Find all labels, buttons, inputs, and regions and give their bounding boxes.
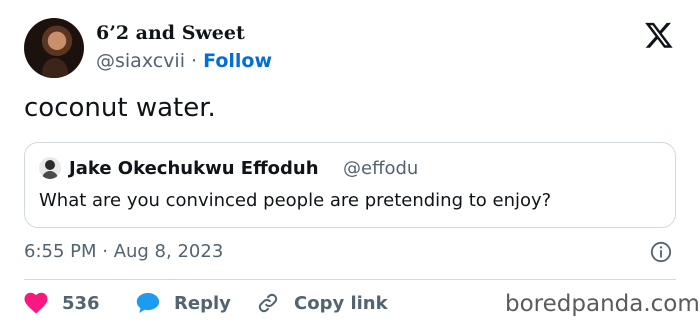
quoted-tweet-text: What are you convinced people are preten… <box>39 190 552 211</box>
follow-button[interactable]: Follow <box>203 50 272 72</box>
quoted-author-name: Jake Okechukwu Effoduh <box>69 158 319 179</box>
reply-button[interactable]: Reply <box>136 292 231 314</box>
tweet-text: coconut water. <box>24 93 216 123</box>
like-button[interactable]: 536 <box>24 292 100 314</box>
quoted-tweet[interactable]: Jake Okechukwu Effoduh @effodu What are … <box>24 142 676 228</box>
watermark: boredpanda.com <box>505 291 700 317</box>
actions-divider <box>24 279 676 280</box>
info-icon[interactable] <box>650 241 672 263</box>
link-icon <box>258 293 278 313</box>
x-logo-icon[interactable] <box>644 20 674 50</box>
author-handle[interactable]: @siaxcvii <box>96 50 185 72</box>
reply-label: Reply <box>174 292 231 314</box>
author-avatar[interactable] <box>24 18 84 78</box>
copy-link-button[interactable]: Copy link <box>256 292 388 314</box>
like-count: 536 <box>62 292 100 314</box>
author-handle-row: @siaxcvii · Follow <box>96 50 272 72</box>
heart-icon <box>24 292 48 314</box>
separator-dot: · <box>191 50 198 72</box>
reply-bubble-icon <box>136 293 160 313</box>
quoted-author-avatar <box>39 157 61 179</box>
author-display-name[interactable]: 6’2 and Sweet <box>96 22 245 44</box>
copy-link-label: Copy link <box>294 292 388 314</box>
quoted-author-handle: @effodu <box>343 158 419 179</box>
tweet-timestamp[interactable]: 6:55 PM · Aug 8, 2023 <box>24 241 223 262</box>
